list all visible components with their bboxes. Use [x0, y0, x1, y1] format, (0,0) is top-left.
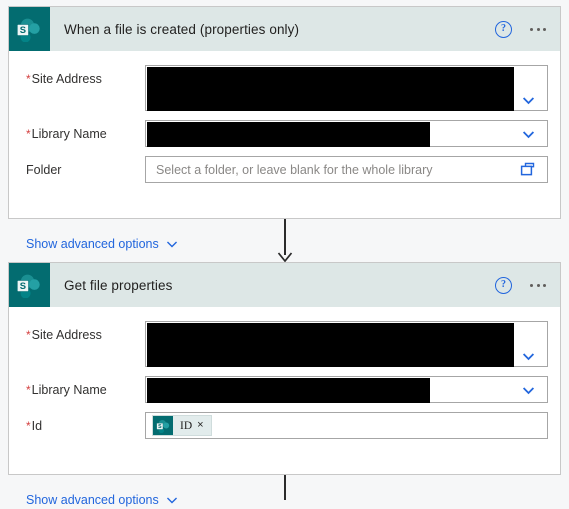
required-marker: *: [26, 328, 31, 342]
field-label-library-name: *Library Name: [26, 127, 107, 141]
card-body: *Site Address *Library Name: [9, 65, 560, 251]
redacted-value: [147, 67, 514, 111]
library-name-dropdown[interactable]: [145, 376, 548, 403]
field-row-id: *Id S ID ×: [9, 412, 560, 439]
card-title: Get file properties: [64, 277, 173, 293]
svg-text:S: S: [20, 279, 26, 290]
chevron-down-icon[interactable]: [522, 384, 535, 397]
field-row-library-name: *Library Name: [9, 120, 560, 147]
folder-picker-input[interactable]: Select a folder, or leave blank for the …: [145, 156, 548, 183]
help-icon[interactable]: ?: [495, 276, 512, 294]
field-label-site-address: *Site Address: [26, 328, 102, 342]
card-header-actions: ?: [495, 7, 550, 51]
show-advanced-options-label: Show advanced options: [26, 493, 159, 507]
required-marker: *: [26, 383, 31, 397]
field-row-site-address: *Site Address: [9, 321, 560, 367]
field-control-library-name: [145, 376, 548, 403]
connector-line: [284, 475, 286, 500]
redacted-value: [147, 323, 514, 367]
field-control-library-name: [145, 120, 548, 147]
field-row-site-address: *Site Address: [9, 65, 560, 111]
sharepoint-icon: S: [9, 263, 50, 307]
card-body: *Site Address *Library Name: [9, 321, 560, 507]
field-control-site-address: [145, 321, 548, 367]
field-control-id: S ID ×: [145, 412, 548, 439]
sharepoint-icon: S: [153, 416, 173, 435]
help-icon[interactable]: ?: [495, 20, 512, 38]
svg-text:S: S: [158, 423, 162, 429]
arrow-down-icon: [277, 250, 293, 263]
card-header[interactable]: S Get file properties ?: [9, 263, 560, 307]
chevron-down-icon[interactable]: [522, 94, 535, 107]
flow-card-when-a-file-is-created[interactable]: S When a file is created (properties onl…: [8, 6, 561, 251]
show-advanced-options-link-action[interactable]: Show advanced options: [26, 493, 178, 507]
required-marker: *: [26, 419, 31, 433]
folder-placeholder: Select a folder, or leave blank for the …: [156, 162, 433, 177]
field-row-folder: Folder Select a folder, or leave blank f…: [9, 156, 560, 183]
dynamic-content-token-id[interactable]: S ID ×: [152, 415, 212, 436]
site-address-dropdown[interactable]: [145, 321, 548, 367]
required-marker: *: [26, 72, 31, 86]
field-label-site-address: *Site Address: [26, 72, 102, 86]
field-row-library-name: *Library Name: [9, 376, 560, 403]
svg-text:S: S: [20, 23, 26, 34]
card-header[interactable]: S When a file is created (properties onl…: [9, 7, 560, 51]
site-address-dropdown[interactable]: [145, 65, 548, 111]
library-name-dropdown[interactable]: [145, 120, 548, 147]
folder-icon[interactable]: [520, 162, 537, 177]
flow-designer-canvas: S When a file is created (properties onl…: [0, 0, 569, 507]
token-label: ID: [180, 419, 193, 432]
chevron-down-icon[interactable]: [166, 238, 178, 250]
card-header-actions: ?: [495, 263, 550, 307]
flow-card-get-file-properties[interactable]: S Get file properties ? *Site Address *L…: [8, 262, 561, 507]
field-label-library-name: *Library Name: [26, 383, 107, 397]
close-icon[interactable]: ×: [197, 420, 210, 431]
show-advanced-options-link-trigger[interactable]: Show advanced options: [26, 237, 178, 251]
card-title: When a file is created (properties only): [64, 21, 300, 37]
chevron-down-icon[interactable]: [522, 128, 535, 141]
field-label-folder: Folder: [26, 163, 62, 177]
field-label-id: *Id: [26, 419, 43, 433]
id-token-input[interactable]: S ID ×: [145, 412, 548, 439]
ellipsis-icon[interactable]: [526, 22, 550, 37]
chevron-down-icon[interactable]: [166, 494, 178, 506]
sharepoint-icon: S: [9, 7, 50, 51]
field-control-site-address: [145, 65, 548, 111]
field-control-folder: Select a folder, or leave blank for the …: [145, 156, 548, 183]
redacted-value: [147, 378, 430, 403]
required-marker: *: [26, 127, 31, 141]
chevron-down-icon[interactable]: [522, 350, 535, 363]
redacted-value: [147, 122, 430, 147]
show-advanced-options-label: Show advanced options: [26, 237, 159, 251]
ellipsis-icon[interactable]: [526, 278, 550, 293]
